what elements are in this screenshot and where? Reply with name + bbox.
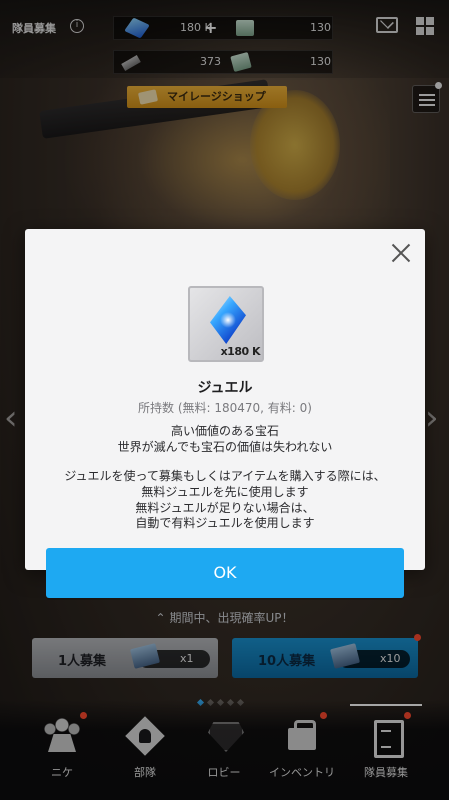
item-description-line: 自動で有料ジュエルを使用します — [135, 516, 315, 530]
item-description-line: 世界が滅んでも宝石の価値は失われない — [117, 440, 333, 454]
item-thumbnail: x180 K — [188, 286, 264, 362]
item-description-line: 無料ジュエルを先に使用します — [141, 485, 309, 499]
ok-button[interactable]: OK — [46, 548, 404, 598]
item-info-dialog: x180 K ジュエル 所持数 (無料: 180470, 有料: 0) 高い価値… — [25, 229, 425, 570]
jewel-shine — [220, 312, 236, 328]
item-count-badge: x180 K — [220, 345, 261, 358]
item-description-line: ジュエルを使って募集もしくはアイテムを購入する際には、 — [64, 469, 386, 483]
item-description-line: 高い価値のある宝石 — [170, 424, 279, 438]
item-name: ジュエル — [197, 380, 253, 396]
close-icon[interactable] — [389, 241, 413, 265]
item-owned-count: 所持数 (無料: 180470, 有料: 0) — [138, 401, 312, 415]
